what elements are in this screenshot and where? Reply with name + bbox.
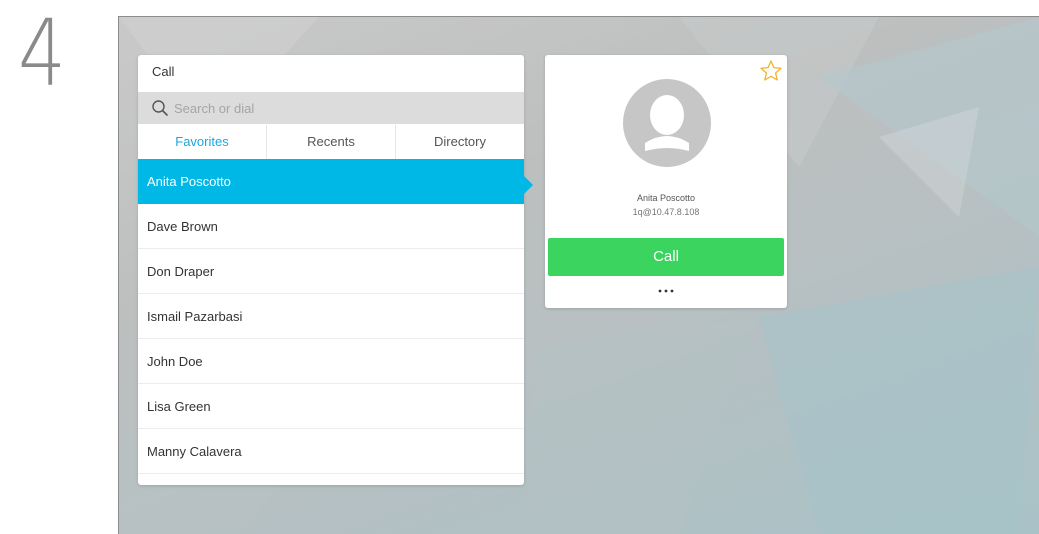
contact-row-lisa-green[interactable]: Lisa Green: [138, 384, 524, 429]
contact-row-ismail-pazarbasi[interactable]: Ismail Pazarbasi: [138, 294, 524, 339]
contact-address: 1q@10.47.8.108: [632, 207, 700, 217]
search-input[interactable]: [174, 98, 504, 118]
contact-row-dave-brown[interactable]: Dave Brown: [138, 204, 524, 249]
contact-list: Anita Poscotto Dave Brown Don Draper Ism…: [138, 159, 524, 474]
tab-favorites[interactable]: Favorites: [138, 125, 266, 159]
touch-screen-display: Call Favorites Recents Directory Anita P…: [118, 16, 1039, 534]
contact-name: Anita Poscotto: [636, 193, 696, 203]
contact-row-anita-poscotto[interactable]: Anita Poscotto: [138, 159, 524, 204]
search-icon: [152, 100, 168, 116]
person-silhouette-icon: [645, 95, 689, 151]
star-outline-icon[interactable]: [759, 59, 783, 83]
avatar: [623, 79, 711, 167]
tab-directory[interactable]: Directory: [395, 125, 524, 159]
step-number: 4: [18, 0, 67, 107]
selection-pointer: [524, 176, 533, 194]
tab-bar: Favorites Recents Directory: [138, 125, 524, 159]
panel-title: Call: [152, 64, 175, 79]
search-bar[interactable]: [138, 92, 524, 124]
contact-row-john-doe[interactable]: John Doe: [138, 339, 524, 384]
contact-row-manny-calavera[interactable]: Manny Calavera: [138, 429, 524, 474]
ellipsis-icon: [658, 289, 674, 293]
call-button[interactable]: Call: [548, 238, 784, 276]
tab-recents[interactable]: Recents: [266, 125, 395, 159]
call-panel: Call Favorites Recents Directory Anita P…: [138, 55, 524, 485]
contact-card: Anita Poscotto 1q@10.47.8.108 Call: [545, 55, 787, 308]
more-options-icon[interactable]: [654, 286, 678, 298]
contact-row-don-draper[interactable]: Don Draper: [138, 249, 524, 294]
